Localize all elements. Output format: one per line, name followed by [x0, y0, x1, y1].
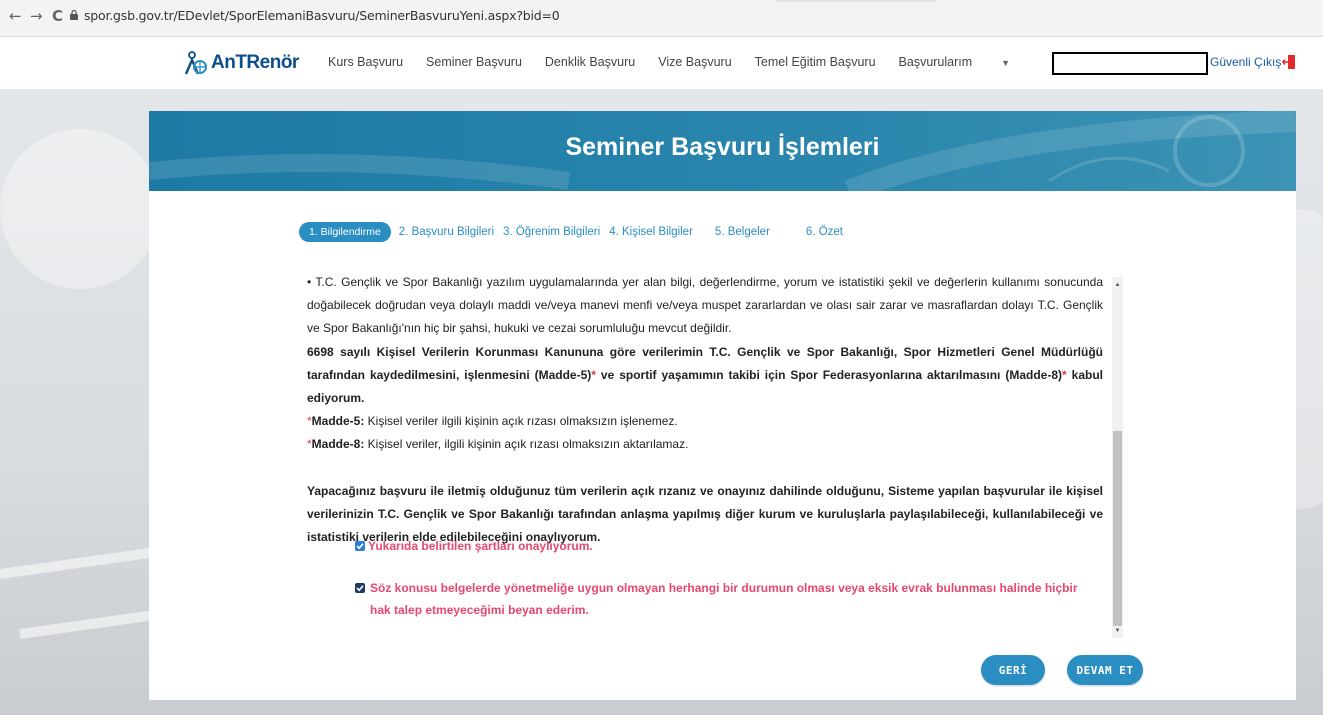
kvkk-text-b: ve sportif yaşamımın takibi için Spor Fe…: [595, 367, 1063, 382]
logout-label: Güvenli Çıkış: [1210, 55, 1282, 69]
step-ozet[interactable]: 6. Özet: [806, 226, 843, 238]
scroll-up-arrow-icon[interactable]: ▲: [1113, 280, 1122, 290]
disclaimer-paragraph: • T.C. Gençlik ve Spor Bakanlığı yazılım…: [307, 275, 1103, 336]
page-banner: Seminer Başvuru İşlemleri: [149, 111, 1296, 191]
checkbox-checked-icon[interactable]: [355, 541, 365, 551]
step-belgeler[interactable]: 5. Belgeler: [715, 226, 770, 238]
tab-strip: [776, 0, 936, 2]
logout-icon: [1282, 55, 1296, 69]
step-bilgilendirme[interactable]: 1. Bilgilendirme: [299, 222, 391, 242]
menu-item-vize[interactable]: Vize Başvuru: [658, 55, 731, 69]
madde-5-text: Kişisel veriler ilgili kişinin açık rıza…: [364, 414, 678, 429]
address-bar[interactable]: spor.gsb.gov.tr/EDevlet/SporElemaniBasvu…: [84, 8, 560, 23]
info-scrollbar[interactable]: ▲ ▼: [1112, 277, 1123, 638]
scroll-down-arrow-icon[interactable]: ▼: [1113, 626, 1122, 636]
consent-checkbox-2[interactable]: Söz konusu belgelerde yönetmeliğe uygun …: [355, 577, 1095, 621]
content-card: 1. Bilgilendirme 2. Başvuru Bilgileri 3.…: [149, 191, 1296, 700]
info-scroll-area[interactable]: • T.C. Gençlik ve Spor Bakanlığı yazılım…: [307, 271, 1127, 713]
menu-item-seminer[interactable]: Seminer Başvuru: [426, 55, 522, 69]
checkbox-2-label: Söz konusu belgelerde yönetmeliğe uygun …: [370, 581, 1078, 617]
menu-item-temel-egitim[interactable]: Temel Eğitim Başvuru: [755, 55, 876, 69]
menu-item-kurs[interactable]: Kurs Başvuru: [328, 55, 403, 69]
continue-button[interactable]: DEVAM ET: [1067, 655, 1143, 685]
madde-8-line: *Madde-8: Kişisel veriler, ilgili kişini…: [307, 433, 1103, 456]
consent-checkbox-1[interactable]: Yukarıda belirtilen şartları onaylıyorum…: [355, 539, 593, 553]
wizard-steps: 1. Bilgilendirme 2. Başvuru Bilgileri 3.…: [299, 221, 852, 243]
user-name-box: [1052, 52, 1208, 75]
back-arrow-icon[interactable]: ←: [9, 8, 22, 24]
logout-link[interactable]: Güvenli Çıkış: [1210, 54, 1296, 70]
step-kisisel-bilgiler[interactable]: 4. Kişisel Bilgiler: [609, 226, 693, 238]
kvkk-paragraph: 6698 sayılı Kişisel Verilerin Korunması …: [307, 341, 1103, 411]
back-button[interactable]: GERİ: [981, 655, 1045, 685]
madde-5-line: *Madde-5: Kişisel veriler ilgili kişinin…: [307, 410, 1103, 433]
browser-toolbar: ← → C spor.gsb.gov.tr/EDevlet/SporEleman…: [0, 0, 1323, 37]
checkbox-1-label: Yukarıda belirtilen şartları onaylıyorum…: [368, 539, 593, 553]
menu-label: Başvurularım: [898, 55, 973, 69]
madde-8-label: Madde-8:: [311, 437, 365, 452]
menu-item-basvurularim[interactable]: Başvurularım ▼: [899, 55, 1034, 69]
menu-item-denklik[interactable]: Denklik Başvuru: [545, 55, 635, 69]
logo-icon: [184, 51, 207, 75]
info-text: • T.C. Gençlik ve Spor Bakanlığı yazılım…: [307, 271, 1103, 549]
site-logo[interactable]: AnTRenör: [183, 50, 299, 76]
site-header: AnTRenör Kurs Başvuru Seminer Başvuru De…: [0, 37, 1323, 89]
caret-down-icon: ▼: [1001, 58, 1011, 68]
main-menu: Kurs Başvuru Seminer Başvuru Denklik Baş…: [328, 55, 1056, 69]
scroll-thumb[interactable]: [1113, 431, 1122, 626]
step-ogrenim-bilgileri[interactable]: 3. Öğrenim Bilgileri: [503, 226, 600, 238]
lock-icon: [70, 10, 78, 20]
madde-8-text: Kişisel veriler, ilgili kişinin açık rız…: [364, 437, 689, 452]
step-basvuru-bilgileri[interactable]: 2. Başvuru Bilgileri: [399, 226, 494, 238]
forward-arrow-icon[interactable]: →: [30, 8, 43, 24]
madde-5-label: Madde-5:: [311, 414, 365, 429]
checkbox-checked-icon[interactable]: [355, 583, 365, 593]
reload-icon[interactable]: C: [52, 8, 63, 24]
page-title: Seminer Başvuru İşlemleri: [565, 133, 880, 161]
